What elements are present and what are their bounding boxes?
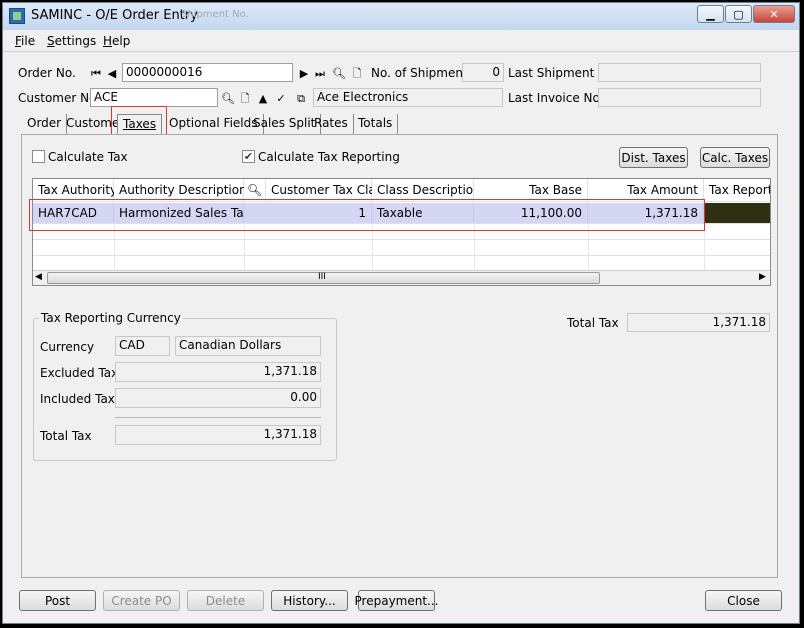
num-shipments-field: 0 <box>462 63 504 82</box>
horizontal-scrollbar[interactable]: ◀ III ▶ <box>33 270 770 285</box>
title-bar[interactable]: SAMINC - O/E Order Entry Shipment No. ▁ … <box>3 3 799 30</box>
total-tax-field: 1,371.18 <box>627 313 770 332</box>
order-no-input[interactable]: 0000000016 <box>122 63 293 82</box>
column-header-class-description[interactable]: Class Description <box>372 179 481 201</box>
included-tax-label: Included Tax <box>40 392 115 406</box>
column-header-tax-authority[interactable]: Tax Authority <box>33 179 117 201</box>
tax-authority-grid: Tax Authority Authority Description 🔍︎ C… <box>32 178 771 286</box>
minimize-button[interactable]: ▁ <box>697 5 724 23</box>
prepayment-button[interactable]: Prepayment... <box>355 590 439 611</box>
close-button[interactable]: Close <box>705 590 782 611</box>
previous-record-icon[interactable]: ◀ <box>105 66 119 80</box>
column-header-tax-base[interactable]: Tax Base <box>474 179 588 201</box>
close-window-button[interactable]: ✕ <box>753 5 795 23</box>
calculate-tax-label: Calculate Tax <box>48 150 128 164</box>
menu-settings[interactable]: Settings <box>47 34 96 48</box>
num-shipments-label: No. of Shipments <box>371 66 474 80</box>
new-document-icon[interactable]: 🗋 <box>350 66 364 80</box>
group-title: Tax Reporting Currency <box>39 311 183 325</box>
window-title: SAMINC - O/E Order Entry <box>31 8 198 23</box>
last-invoice-field <box>598 88 761 107</box>
app-icon <box>9 8 25 24</box>
calculate-tax-reporting-checkbox[interactable]: ✔ <box>242 150 255 163</box>
excluded-tax-field: 1,371.18 <box>115 362 321 382</box>
last-record-icon[interactable]: ⏭ <box>313 66 327 80</box>
customer-new-icon[interactable]: 🗋 <box>238 91 252 105</box>
customer-search-icon[interactable]: 🔍︎ <box>221 91 235 105</box>
history-button[interactable]: History... <box>271 590 348 611</box>
total-tax-label: Total Tax <box>567 316 619 330</box>
customer-no-label: Customer No. <box>18 91 101 105</box>
maximize-button[interactable]: ▢ <box>725 5 752 23</box>
reporting-total-tax-label: Total Tax <box>40 429 92 443</box>
calc-taxes-button[interactable]: Calc. Taxes <box>700 147 770 168</box>
cell-tax-reporting[interactable] <box>704 203 770 223</box>
row-highlight-box <box>29 199 705 231</box>
column-search-icon[interactable]: 🔍︎ <box>244 179 266 201</box>
ghost-title-text: Shipment No. <box>181 9 249 20</box>
order-no-label: Order No. <box>18 66 76 80</box>
column-header-tax-reporting[interactable]: Tax Reporting <box>704 179 770 201</box>
post-button[interactable]: Post <box>19 590 96 611</box>
maximize-icon: ▢ <box>733 7 744 21</box>
calculate-tax-reporting-label: Calculate Tax Reporting <box>258 150 400 164</box>
first-record-icon[interactable]: ⏮ <box>89 66 103 80</box>
customer-zoom-icon[interactable]: ⧉ <box>294 91 308 105</box>
minimize-icon: ▁ <box>706 7 715 21</box>
scroll-grip: III <box>318 272 326 282</box>
column-header-authority-description[interactable]: Authority Description <box>114 179 247 201</box>
column-header-tax-amount[interactable]: Tax Amount <box>588 179 704 201</box>
scroll-left-icon[interactable]: ◀ <box>35 272 42 282</box>
checkmark-icon: ✔ <box>243 150 254 163</box>
totals-divider <box>115 417 321 418</box>
customer-name-field: Ace Electronics <box>313 88 503 107</box>
last-shipment-field <box>598 63 761 82</box>
dist-taxes-button[interactable]: Dist. Taxes <box>619 147 688 168</box>
search-icon[interactable]: 🔍︎ <box>332 66 346 80</box>
menu-bar: File Settings Help <box>3 30 799 52</box>
included-tax-field: 0.00 <box>115 388 321 408</box>
scroll-right-icon[interactable]: ▶ <box>759 272 766 282</box>
currency-label: Currency <box>40 340 95 354</box>
reporting-total-tax-field: 1,371.18 <box>115 425 321 445</box>
menu-file[interactable]: File <box>15 34 35 48</box>
customer-no-input[interactable]: ACE <box>90 88 218 107</box>
delete-button[interactable]: Delete <box>187 590 264 611</box>
currency-name-field: Canadian Dollars <box>175 336 321 356</box>
currency-code-field: CAD <box>115 336 170 356</box>
menu-help[interactable]: Help <box>103 34 130 48</box>
next-record-icon[interactable]: ▶ <box>297 66 311 80</box>
column-header-customer-tax-class[interactable]: Customer Tax Class <box>266 179 388 201</box>
tab-totals[interactable]: Totals <box>353 114 399 134</box>
close-icon: ✕ <box>769 7 779 21</box>
excluded-tax-label: Excluded Tax <box>40 366 119 380</box>
create-po-button[interactable]: Create PO <box>103 590 180 611</box>
customer-up-icon[interactable]: ▲ <box>256 91 270 105</box>
last-invoice-label: Last Invoice No. <box>508 91 604 105</box>
tab-rates[interactable]: Rates <box>309 114 354 134</box>
scroll-thumb[interactable]: III <box>47 272 600 284</box>
customer-check-icon[interactable]: ✓ <box>274 91 288 105</box>
calculate-tax-checkbox[interactable] <box>32 150 45 163</box>
